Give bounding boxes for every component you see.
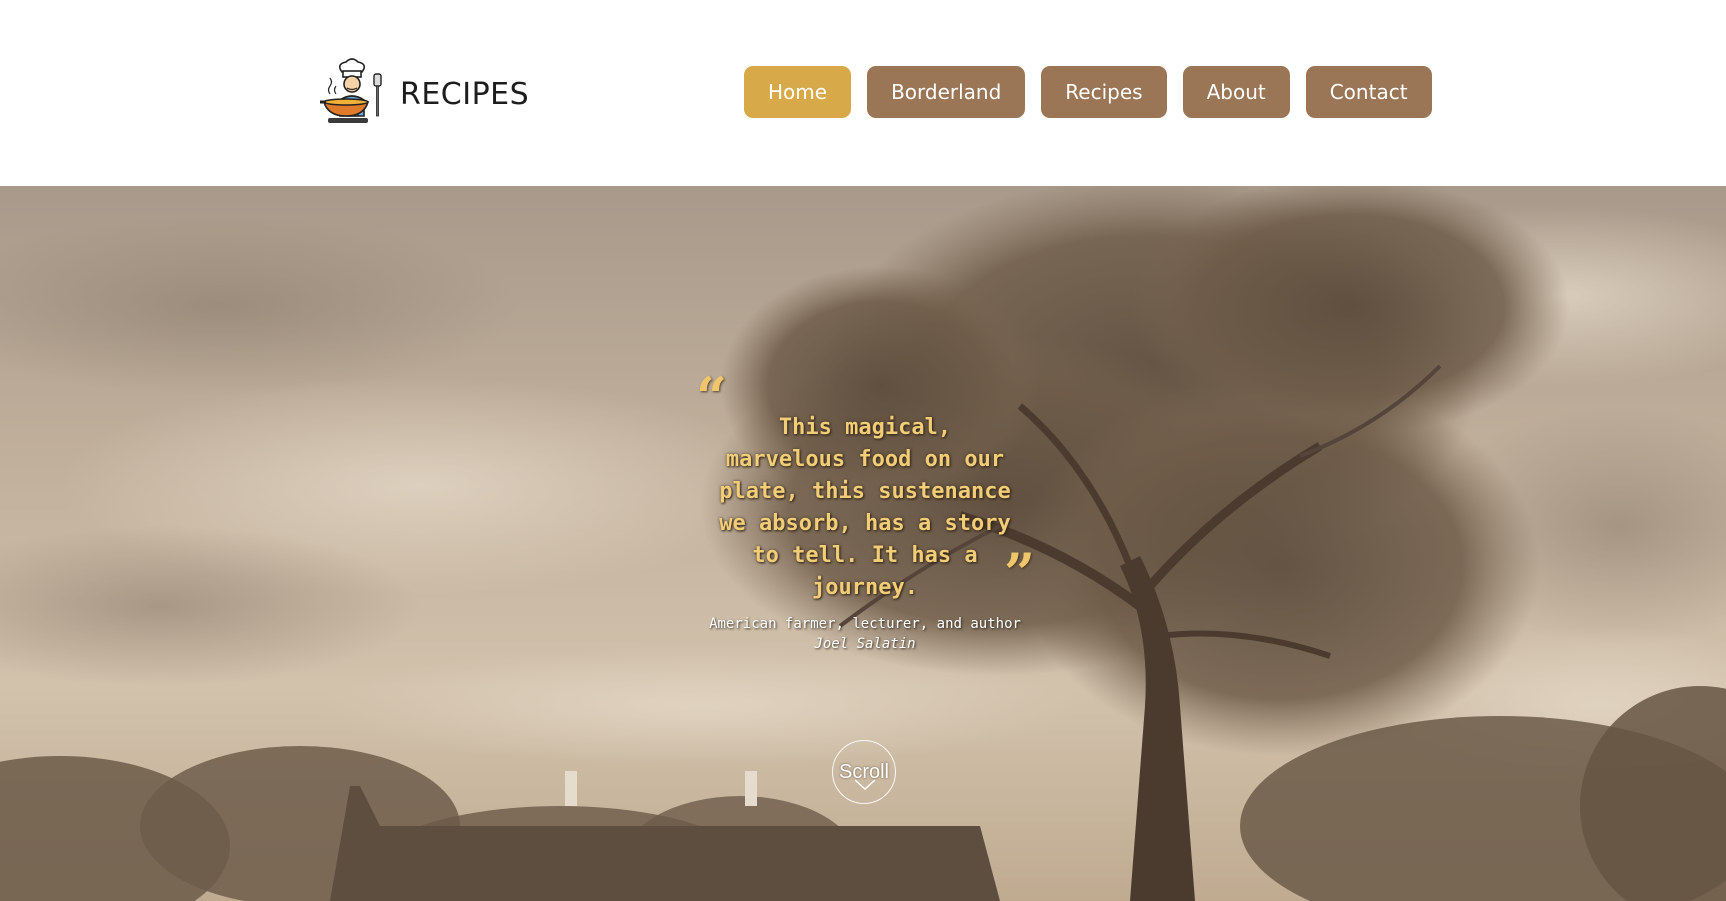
hero-section: “ This magical, marvelous food on our pl… — [0, 186, 1726, 901]
chevron-down-icon — [854, 779, 876, 791]
nav-contact-button[interactable]: Contact — [1305, 66, 1432, 118]
quote-author-name: Joel Salatin — [814, 636, 916, 652]
hero-quote: “ This magical, marvelous food on our pl… — [690, 370, 1040, 652]
site-header: RECIPES Home Borderland Recipes About Co… — [0, 0, 1726, 186]
nav-recipes-button[interactable]: Recipes — [1041, 66, 1167, 118]
open-quote-icon: “ — [696, 365, 728, 429]
quote-text: This magical, marvelous food on our plat… — [719, 415, 1011, 600]
site-logo[interactable]: RECIPES — [318, 58, 529, 130]
nav-home-button[interactable]: Home — [744, 66, 852, 118]
logo-text: RECIPES — [400, 76, 530, 112]
main-nav: Home Borderland Recipes About Contact — [744, 66, 1432, 118]
close-quote-icon: ” — [1004, 541, 1036, 605]
nav-about-button[interactable]: About — [1182, 66, 1290, 118]
chef-cooking-icon — [320, 58, 382, 123]
scroll-button[interactable]: Scroll — [832, 740, 896, 804]
quote-author-role: American farmer, lecturer, and author — [709, 616, 1021, 632]
nav-borderland-button[interactable]: Borderland — [867, 66, 1026, 118]
